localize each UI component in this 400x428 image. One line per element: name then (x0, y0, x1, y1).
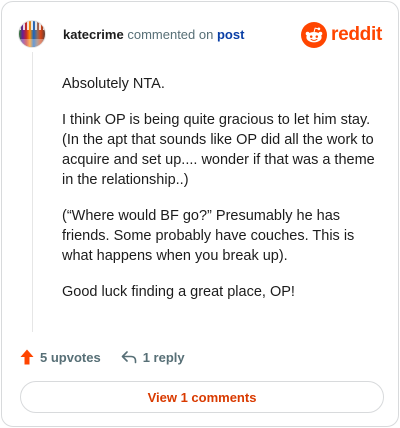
reddit-logo[interactable]: reddit (301, 20, 382, 50)
reply-arrow-icon (121, 350, 137, 364)
reply-count: 1 reply (142, 349, 185, 365)
post-link[interactable]: post (217, 27, 244, 42)
action-text: commented on (127, 27, 214, 42)
comment-header: katecrime commented on post reddit (18, 18, 382, 52)
upvote-count: 5 upvotes (40, 349, 101, 365)
upvote-arrow-icon (20, 349, 34, 365)
thread-line (32, 52, 33, 332)
comment-card: katecrime commented on post reddit Absol… (1, 1, 399, 427)
user-avatar[interactable] (18, 20, 46, 48)
upvote-button[interactable]: 5 upvotes (20, 349, 101, 365)
comment-actions: 5 upvotes 1 reply (20, 347, 185, 367)
comment-meta: katecrime commented on post (63, 27, 244, 43)
brand-wordmark: reddit (331, 24, 382, 45)
comment-paragraph: I think OP is being quite gracious to le… (62, 112, 375, 188)
reply-button[interactable]: 1 reply (121, 350, 185, 365)
view-comments-button[interactable]: View 1 comments (20, 381, 384, 413)
reddit-snoo-icon (301, 22, 328, 48)
username[interactable]: katecrime (63, 27, 124, 42)
comment-body: Absolutely NTA. I think OP is being quit… (62, 74, 380, 318)
comment-paragraph: Absolutely NTA. (62, 76, 165, 92)
comment-paragraph: (“Where would BF go?” Presumably he has … (62, 208, 355, 264)
comment-paragraph: Good luck finding a great place, OP! (62, 284, 295, 300)
